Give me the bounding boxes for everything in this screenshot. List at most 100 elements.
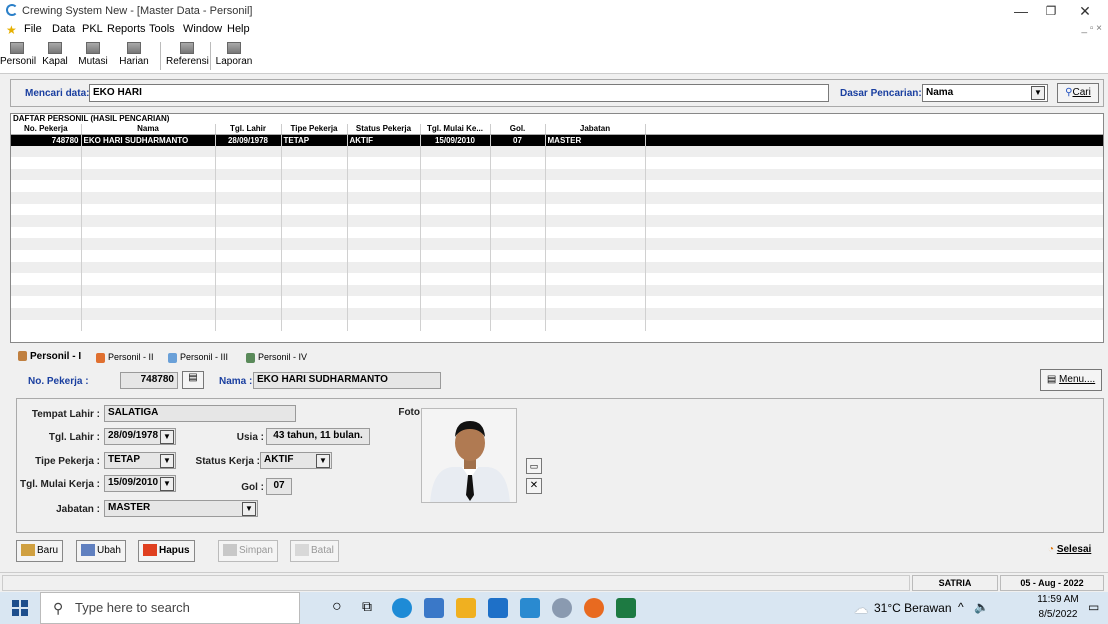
- selesai-button[interactable]: ◔ Selesai: [1044, 540, 1095, 562]
- menu-reports[interactable]: Reports: [107, 23, 146, 35]
- results-grid[interactable]: DAFTAR PERSONIL (HASIL PENCARIAN) No. Pe…: [10, 113, 1104, 343]
- chevron-down-icon[interactable]: ▼: [242, 502, 256, 516]
- column-header[interactable]: Tipe Pekerja: [281, 124, 348, 135]
- app-icon[interactable]: [552, 598, 572, 618]
- cloud-icon: ☁: [854, 600, 868, 616]
- volume-icon[interactable]: 🔈: [974, 600, 989, 614]
- column-header[interactable]: Status Pekerja: [347, 124, 421, 135]
- edge-icon[interactable]: [392, 598, 412, 618]
- tab-personil-1[interactable]: Personil - I: [14, 348, 85, 366]
- referensi-icon: [180, 42, 194, 54]
- table-row[interactable]: 748780 EKO HARI SUDHARMANTO 28/09/1978 T…: [11, 134, 1103, 146]
- column-header[interactable]: No. Pekerja: [11, 124, 82, 135]
- excel-icon[interactable]: [616, 598, 636, 618]
- cortana-icon[interactable]: ○: [332, 598, 342, 616]
- favorite-star-icon[interactable]: ★: [6, 23, 17, 37]
- tgl-mulai-label: Tgl. Mulai Kerja :: [19, 479, 100, 490]
- tgl-mulai-field[interactable]: 15/09/2010 ▼: [104, 475, 176, 492]
- menu-pkl[interactable]: PKL: [82, 23, 103, 35]
- weather-text[interactable]: 31°C Berawan: [874, 601, 952, 615]
- tab-personil-3[interactable]: Personil - III: [164, 348, 232, 366]
- jabatan-label: Jabatan :: [56, 504, 100, 515]
- status-kerja-select[interactable]: AKTIF ▼: [260, 452, 332, 469]
- toolbar-separator: [160, 42, 161, 70]
- menu-file[interactable]: File: [24, 23, 42, 35]
- toolbar-referensi-button[interactable]: Referensi: [166, 40, 209, 72]
- menu-button[interactable]: ▤ Menu....: [1040, 369, 1102, 391]
- search-basis-select[interactable]: Nama ▼: [922, 84, 1048, 102]
- mail-icon[interactable]: [488, 598, 508, 618]
- baru-button[interactable]: Baru: [16, 540, 64, 562]
- column-header[interactable]: Nama: [81, 124, 216, 135]
- column-header[interactable]: Tgl. Lahir: [215, 124, 282, 135]
- column-header[interactable]: Jabatan: [545, 124, 646, 135]
- empty-cell: [645, 168, 1103, 181]
- tipe-pekerja-select[interactable]: TETAP ▼: [104, 452, 176, 469]
- chevron-down-icon[interactable]: ▼: [1031, 86, 1045, 100]
- maximize-button[interactable]: ❐: [1036, 2, 1066, 20]
- notification-icon[interactable]: ▭: [1088, 600, 1099, 614]
- task-view-icon[interactable]: ⧉: [362, 598, 372, 615]
- toolbar-label: Kapal: [42, 56, 68, 67]
- column-header[interactable]: Gol.: [490, 124, 546, 135]
- lookup-button[interactable]: ▤: [182, 371, 204, 389]
- menu-window[interactable]: Window: [183, 23, 222, 35]
- tab-personil-4[interactable]: Personil - IV: [242, 348, 311, 366]
- tipe-pekerja-value: TETAP: [108, 454, 141, 465]
- ubah-button[interactable]: Ubah: [76, 540, 126, 562]
- toolbar-mutasi-button[interactable]: Mutasi: [76, 40, 110, 72]
- search-input[interactable]: EKO HARI: [89, 84, 829, 102]
- empty-cell: [347, 191, 421, 204]
- taskbar-search-input[interactable]: ⚲ Type here to search: [40, 592, 300, 624]
- empty-cell: [81, 284, 216, 297]
- clock-time[interactable]: 11:59 AM: [1034, 594, 1082, 605]
- jabatan-select[interactable]: MASTER ▼: [104, 500, 258, 517]
- store-icon[interactable]: [424, 598, 444, 618]
- toolbar-personil-button[interactable]: Personil: [0, 40, 36, 72]
- tempat-lahir-field[interactable]: SALATIGA: [104, 405, 296, 422]
- windows-start-icon[interactable]: [12, 600, 28, 616]
- toolbar-laporan-button[interactable]: Laporan: [214, 40, 254, 72]
- gol-label: Gol :: [241, 482, 264, 493]
- search-button[interactable]: ⚲Cari: [1057, 83, 1099, 103]
- browse-photo-button[interactable]: ▭: [526, 458, 542, 474]
- empty-cell: [490, 180, 546, 192]
- crewing-app-icon[interactable]: [520, 598, 540, 618]
- menu-list-icon: ▤: [1046, 374, 1057, 385]
- remove-photo-button[interactable]: ✕: [526, 478, 542, 494]
- tab-personil-2[interactable]: Personil - II: [92, 348, 158, 366]
- menu-data[interactable]: Data: [52, 23, 75, 35]
- empty-cell: [645, 307, 1103, 320]
- toolbar-kapal-button[interactable]: Kapal: [38, 40, 72, 72]
- file-explorer-icon[interactable]: [456, 598, 476, 618]
- mutasi-icon: [86, 42, 100, 54]
- edit-icon: [81, 544, 95, 557]
- toolbar-harian-button[interactable]: Harian: [114, 40, 154, 72]
- clock-date[interactable]: 8/5/2022: [1034, 609, 1082, 620]
- hapus-button[interactable]: Hapus: [138, 540, 195, 562]
- tray-chevron-icon[interactable]: ^: [958, 600, 964, 614]
- empty-cell: [490, 145, 546, 158]
- chevron-down-icon[interactable]: ▼: [160, 430, 174, 444]
- empty-cell: [545, 238, 646, 250]
- chevron-down-icon[interactable]: ▼: [316, 454, 330, 468]
- menu-help[interactable]: Help: [227, 23, 250, 35]
- menu-tools[interactable]: Tools: [149, 23, 175, 35]
- tgl-lahir-field[interactable]: 28/09/1978 ▼: [104, 428, 176, 445]
- chevron-down-icon[interactable]: ▼: [160, 454, 174, 468]
- cancel-icon: [295, 544, 309, 557]
- batal-button[interactable]: Batal: [290, 540, 339, 562]
- chevron-down-icon[interactable]: ▼: [160, 477, 174, 491]
- minimize-button[interactable]: —: [1006, 2, 1036, 20]
- menu-bar: ★ File Data PKL Reports Tools Window Hel…: [0, 22, 1108, 38]
- empty-cell: [420, 238, 491, 250]
- batal-label: Batal: [311, 545, 334, 556]
- column-header-filler: [645, 124, 1103, 135]
- firefox-icon[interactable]: [584, 598, 604, 618]
- close-button[interactable]: ✕: [1070, 2, 1100, 20]
- empty-cell: [281, 168, 348, 181]
- simpan-button[interactable]: Simpan: [218, 540, 278, 562]
- empty-cell: [645, 145, 1103, 158]
- column-header[interactable]: Tgl. Mulai Ke...: [420, 124, 491, 135]
- mdi-window-controls[interactable]: _ ▫ ×: [1081, 23, 1102, 34]
